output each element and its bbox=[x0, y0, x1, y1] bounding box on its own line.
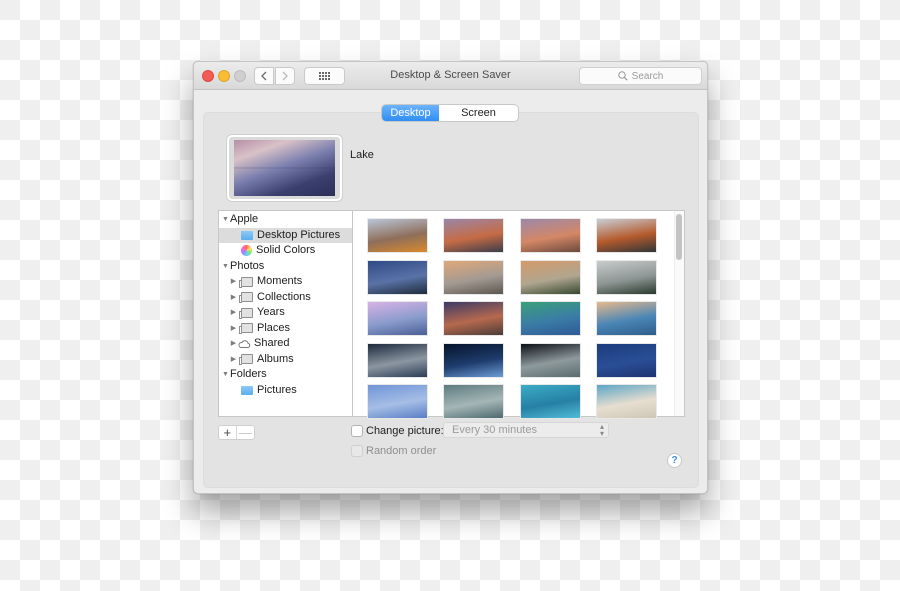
scrollbar-thumb[interactable] bbox=[676, 214, 682, 260]
album-icon bbox=[239, 307, 253, 319]
album-icon bbox=[239, 292, 253, 303]
wallpaper-thumbnail[interactable] bbox=[596, 218, 657, 253]
sidebar-item-desktop-pictures[interactable]: Desktop Pictures bbox=[219, 227, 352, 243]
sidebar-item-years[interactable]: ▶ Years bbox=[219, 305, 352, 320]
sidebar-item-albums[interactable]: ▶ Albums bbox=[219, 352, 352, 367]
sidebar-item-solid-colors[interactable]: Solid Colors bbox=[219, 243, 352, 258]
disclosure-triangle-icon[interactable]: ▶ bbox=[229, 321, 238, 336]
sidebar-item-label: Years bbox=[257, 306, 285, 318]
color-wheel-icon bbox=[241, 245, 252, 256]
wallpaper-thumbnail[interactable] bbox=[367, 384, 428, 419]
wallpaper-thumbnail[interactable] bbox=[520, 342, 581, 378]
add-folder-button[interactable]: + bbox=[219, 426, 237, 439]
sidebar-item-label: Albums bbox=[257, 352, 294, 365]
wallpaper-thumbnail[interactable] bbox=[520, 301, 581, 336]
wallpaper-thumbnail[interactable] bbox=[520, 384, 581, 419]
sidebar-item-pictures[interactable]: Pictures bbox=[219, 383, 352, 398]
sidebar-item-places[interactable]: ▶ Places bbox=[219, 321, 352, 336]
wallpaper-grid bbox=[352, 210, 685, 419]
disclosure-triangle-icon[interactable]: ▼ bbox=[221, 367, 230, 382]
tab-desktop[interactable]: Desktop bbox=[382, 105, 439, 121]
wallpaper-thumbnail[interactable] bbox=[520, 218, 581, 253]
album-icon bbox=[239, 323, 253, 334]
wallpaper-thumbnail[interactable] bbox=[443, 384, 504, 419]
remove-folder-button[interactable]: — bbox=[237, 426, 254, 439]
title-bar: Desktop & Screen Saver Search bbox=[194, 62, 707, 90]
sidebar-item-collections[interactable]: ▶ Collections bbox=[219, 290, 352, 305]
sidebar-item-label: Shared bbox=[254, 337, 290, 349]
album-icon bbox=[239, 276, 253, 288]
wallpaper-thumbnail[interactable] bbox=[367, 342, 428, 378]
wallpaper-thumbnail[interactable] bbox=[596, 384, 657, 419]
sidebar-item-label: Folders bbox=[230, 368, 267, 380]
disclosure-triangle-icon[interactable]: ▼ bbox=[221, 212, 230, 227]
album-icon bbox=[239, 354, 253, 365]
random-order-checkbox[interactable] bbox=[351, 445, 363, 457]
sidebar-item-label: Pictures bbox=[257, 383, 297, 396]
interval-popup[interactable]: Every 30 minutes ▴ ▾ bbox=[443, 422, 609, 438]
search-placeholder: Search bbox=[631, 70, 664, 82]
wallpaper-thumbnail[interactable] bbox=[520, 259, 581, 295]
scrollbar[interactable] bbox=[674, 211, 684, 416]
sidebar-item-label: Moments bbox=[257, 275, 303, 287]
sidebar-item-apple[interactable]: ▼ Apple bbox=[219, 212, 352, 227]
current-wallpaper-name: Lake bbox=[350, 149, 374, 161]
sidebar-item-label: Desktop Pictures bbox=[257, 228, 341, 241]
sidebar-item-photos[interactable]: ▼ Photos bbox=[219, 259, 352, 274]
help-button[interactable]: ? bbox=[667, 453, 682, 468]
sidebar-item-label: Places bbox=[257, 321, 291, 334]
wallpaper-thumbnail[interactable] bbox=[443, 342, 504, 378]
change-picture-label: Change picture: bbox=[366, 425, 444, 437]
preferences-window: Desktop & Screen Saver Search Desktop Sc… bbox=[193, 61, 708, 494]
wallpaper-thumbnail[interactable] bbox=[596, 259, 657, 295]
disclosure-triangle-icon[interactable]: ▼ bbox=[221, 259, 230, 274]
sidebar-item-label: Photos bbox=[230, 259, 265, 272]
source-list: ▼ Apple Desktop Pictures Solid Colors ▼ Photo… bbox=[218, 210, 352, 417]
current-wallpaper-preview bbox=[227, 135, 342, 201]
add-remove-control: + — bbox=[218, 425, 255, 440]
tab-screen-saver[interactable]: Screen Saver bbox=[439, 105, 518, 121]
wallpaper-thumbnail[interactable] bbox=[443, 218, 504, 253]
tab-control: Desktop Screen Saver bbox=[382, 105, 518, 121]
disclosure-triangle-icon[interactable]: ▶ bbox=[229, 274, 238, 289]
wallpaper-thumbnail[interactable] bbox=[443, 301, 504, 336]
disclosure-triangle-icon[interactable]: ▶ bbox=[229, 305, 238, 320]
pictures-folder-icon bbox=[241, 385, 253, 395]
wallpaper-preview-image bbox=[234, 140, 335, 196]
change-picture-checkbox[interactable] bbox=[351, 425, 363, 437]
blue-folder-icon bbox=[241, 230, 253, 240]
sidebar-item-moments[interactable]: ▶ Moments bbox=[219, 274, 352, 289]
sidebar-item-folders[interactable]: ▼ Folders bbox=[219, 367, 352, 382]
sidebar-item-label: Collections bbox=[257, 290, 311, 303]
disclosure-triangle-icon[interactable]: ▶ bbox=[229, 352, 238, 367]
disclosure-triangle-icon[interactable]: ▶ bbox=[229, 336, 238, 351]
wallpaper-thumbnail[interactable] bbox=[367, 301, 428, 336]
wallpaper-thumbnail[interactable] bbox=[367, 259, 428, 295]
sidebar-item-label: Solid Colors bbox=[256, 244, 316, 256]
sidebar-item-shared[interactable]: ▶ Shared bbox=[219, 336, 352, 351]
sidebar-item-label: Apple bbox=[230, 213, 259, 225]
cloud-icon bbox=[238, 339, 251, 349]
disclosure-triangle-icon[interactable]: ▶ bbox=[229, 290, 238, 305]
wallpaper-thumbnail[interactable] bbox=[443, 259, 504, 295]
updown-arrows-icon: ▴ ▾ bbox=[599, 422, 604, 438]
search-field[interactable]: Search bbox=[579, 67, 702, 85]
wallpaper-thumbnail[interactable] bbox=[596, 342, 657, 378]
search-icon bbox=[617, 71, 628, 81]
random-order-label: Random order bbox=[366, 445, 437, 457]
interval-value: Every 30 minutes bbox=[452, 424, 537, 436]
wallpaper-thumbnail[interactable] bbox=[596, 301, 657, 336]
wallpaper-thumbnail[interactable] bbox=[367, 218, 428, 253]
